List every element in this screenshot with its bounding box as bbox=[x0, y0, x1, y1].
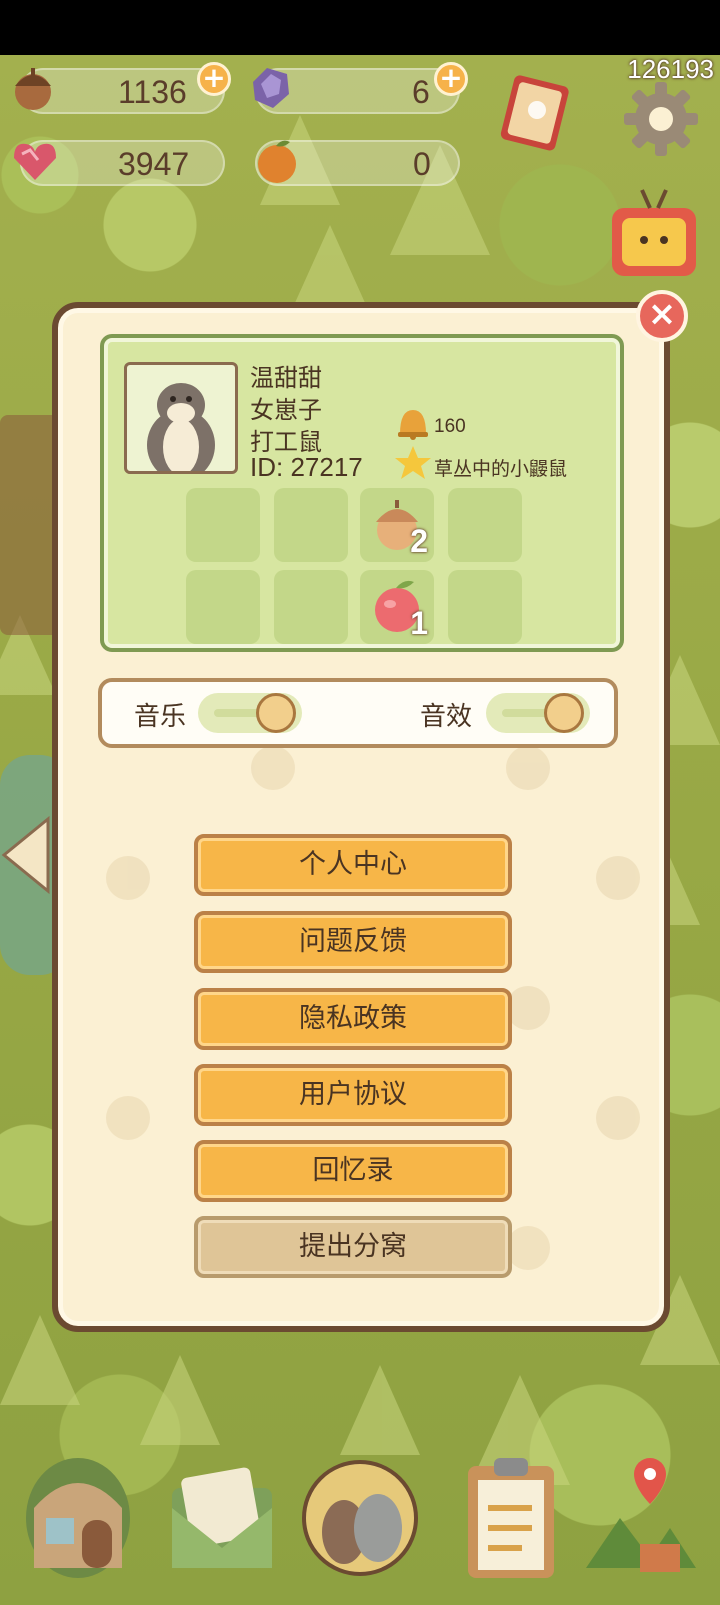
item-slot[interactable]: 1 bbox=[360, 570, 434, 644]
tv-reward-icon[interactable] bbox=[606, 182, 702, 282]
close-icon[interactable]: × bbox=[636, 290, 688, 342]
profile-card: 温甜甜 女崽子 打工鼠 ID: 27217 160 草丛中的小鼹鼠 2 1 bbox=[100, 334, 624, 652]
heart-gem-count: 3947 bbox=[118, 146, 190, 182]
user-agreement-button[interactable]: 用户协议 bbox=[194, 1064, 512, 1126]
acorn-icon bbox=[6, 62, 60, 112]
player-id: ID: 27217 bbox=[250, 452, 363, 482]
item-slot[interactable] bbox=[186, 488, 260, 562]
map-pin-icon[interactable] bbox=[580, 1448, 700, 1588]
star-icon bbox=[394, 444, 432, 482]
privacy-policy-button[interactable]: 隐私政策 bbox=[194, 988, 512, 1050]
player-name: 温甜甜 bbox=[250, 364, 322, 392]
settings-panel: 温甜甜 女崽子 打工鼠 ID: 27217 160 草丛中的小鼹鼠 2 1 音乐… bbox=[52, 302, 670, 1332]
feedback-button[interactable]: 问题反馈 bbox=[194, 911, 512, 973]
scroll-left-arrow-icon[interactable] bbox=[0, 815, 52, 895]
item-slot[interactable] bbox=[274, 570, 348, 644]
player-gender: 女崽子 bbox=[250, 396, 322, 424]
orange-count: 0 bbox=[413, 146, 431, 182]
bell-count: 160 bbox=[434, 416, 466, 437]
crystal-count: 6 bbox=[412, 74, 430, 110]
acorn-count: 1136 bbox=[118, 74, 187, 110]
home-house-icon[interactable] bbox=[18, 1448, 138, 1588]
bell-icon bbox=[394, 404, 432, 442]
heart-gem-icon bbox=[8, 136, 62, 186]
item-slot[interactable] bbox=[186, 570, 260, 644]
crystal-icon bbox=[243, 62, 297, 112]
friends-circle-icon[interactable] bbox=[300, 1448, 420, 1588]
music-toggle[interactable] bbox=[198, 693, 302, 733]
sound-settings: 音乐 音效 bbox=[98, 678, 618, 748]
album-book-button[interactable] bbox=[497, 70, 577, 154]
sfx-toggle-knob bbox=[544, 693, 584, 733]
task-clipboard-icon[interactable] bbox=[452, 1448, 572, 1588]
item-slot[interactable]: 2 bbox=[360, 488, 434, 562]
sfx-toggle[interactable] bbox=[486, 693, 590, 733]
item-slot[interactable] bbox=[274, 488, 348, 562]
leave-nest-button[interactable]: 提出分窝 bbox=[194, 1216, 512, 1278]
item-slot[interactable] bbox=[448, 488, 522, 562]
memoirs-button[interactable]: 回忆录 bbox=[194, 1140, 512, 1202]
music-label: 音乐 bbox=[134, 702, 187, 732]
add-acorn-button[interactable]: + bbox=[197, 62, 231, 96]
status-bar bbox=[0, 0, 720, 55]
music-toggle-knob bbox=[256, 693, 296, 733]
orange-icon bbox=[250, 136, 304, 186]
mail-letter-icon[interactable] bbox=[162, 1448, 282, 1588]
settings-gear-icon[interactable] bbox=[620, 78, 702, 160]
player-title: 草丛中的小鼹鼠 bbox=[434, 458, 568, 480]
personal-center-button[interactable]: 个人中心 bbox=[194, 834, 512, 896]
item-count: 2 bbox=[410, 523, 428, 559]
item-count: 1 bbox=[410, 605, 428, 641]
add-crystal-button[interactable]: + bbox=[434, 62, 468, 96]
player-avatar[interactable] bbox=[124, 362, 238, 474]
sfx-label: 音效 bbox=[420, 702, 473, 732]
item-slot[interactable] bbox=[448, 570, 522, 644]
